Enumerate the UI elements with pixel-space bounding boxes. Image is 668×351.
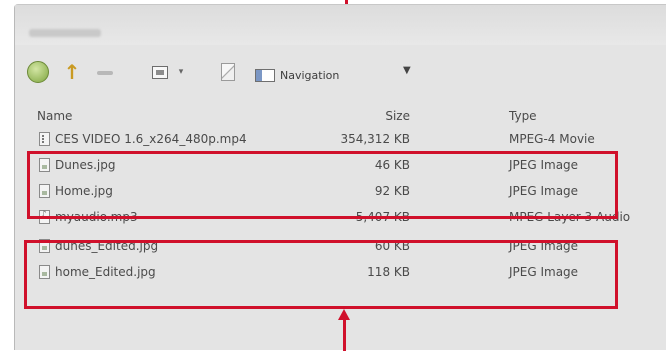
page-tools-button[interactable] (218, 59, 238, 85)
up-arrow-icon: ↑ (63, 60, 81, 84)
view-icon (152, 65, 168, 79)
type-column-header[interactable]: Type (509, 109, 537, 123)
file-name: CES VIDEO 1.6_x264_480p.mp4 (55, 132, 247, 146)
callout-arrow-bottom (343, 318, 346, 351)
toolbar: ↑ ▾ Navigation ▼ (15, 47, 666, 97)
title-bar (15, 5, 666, 45)
view-dropdown-button[interactable]: ▾ (175, 59, 187, 85)
file-row[interactable]: CES VIDEO 1.6_x264_480p.mp4 354,312 KB M… (15, 128, 666, 152)
highlight-box-edited-images (24, 240, 618, 309)
size-column-header[interactable]: Size (385, 109, 410, 123)
view-button[interactable] (147, 59, 173, 85)
video-file-icon (39, 132, 50, 146)
page-icon (221, 63, 235, 81)
file-type: MPEG-4 Movie (509, 132, 595, 146)
navigation-button[interactable]: Navigation (255, 64, 339, 86)
back-arrow-icon (27, 61, 49, 83)
navigation-dropdown-button[interactable]: ▼ (403, 65, 411, 76)
highlight-box-original-images (27, 151, 618, 219)
up-folder-button[interactable]: ↑ (59, 59, 85, 85)
toolbar-separator (97, 71, 113, 75)
file-size: 354,312 KB (340, 132, 410, 146)
column-header-row: Name Size Type (15, 105, 666, 129)
window-title (29, 29, 101, 37)
navigation-pane-icon (255, 68, 275, 82)
navigation-label: Navigation (280, 68, 340, 82)
name-column-header[interactable]: Name (37, 109, 72, 123)
back-button[interactable] (25, 59, 51, 85)
